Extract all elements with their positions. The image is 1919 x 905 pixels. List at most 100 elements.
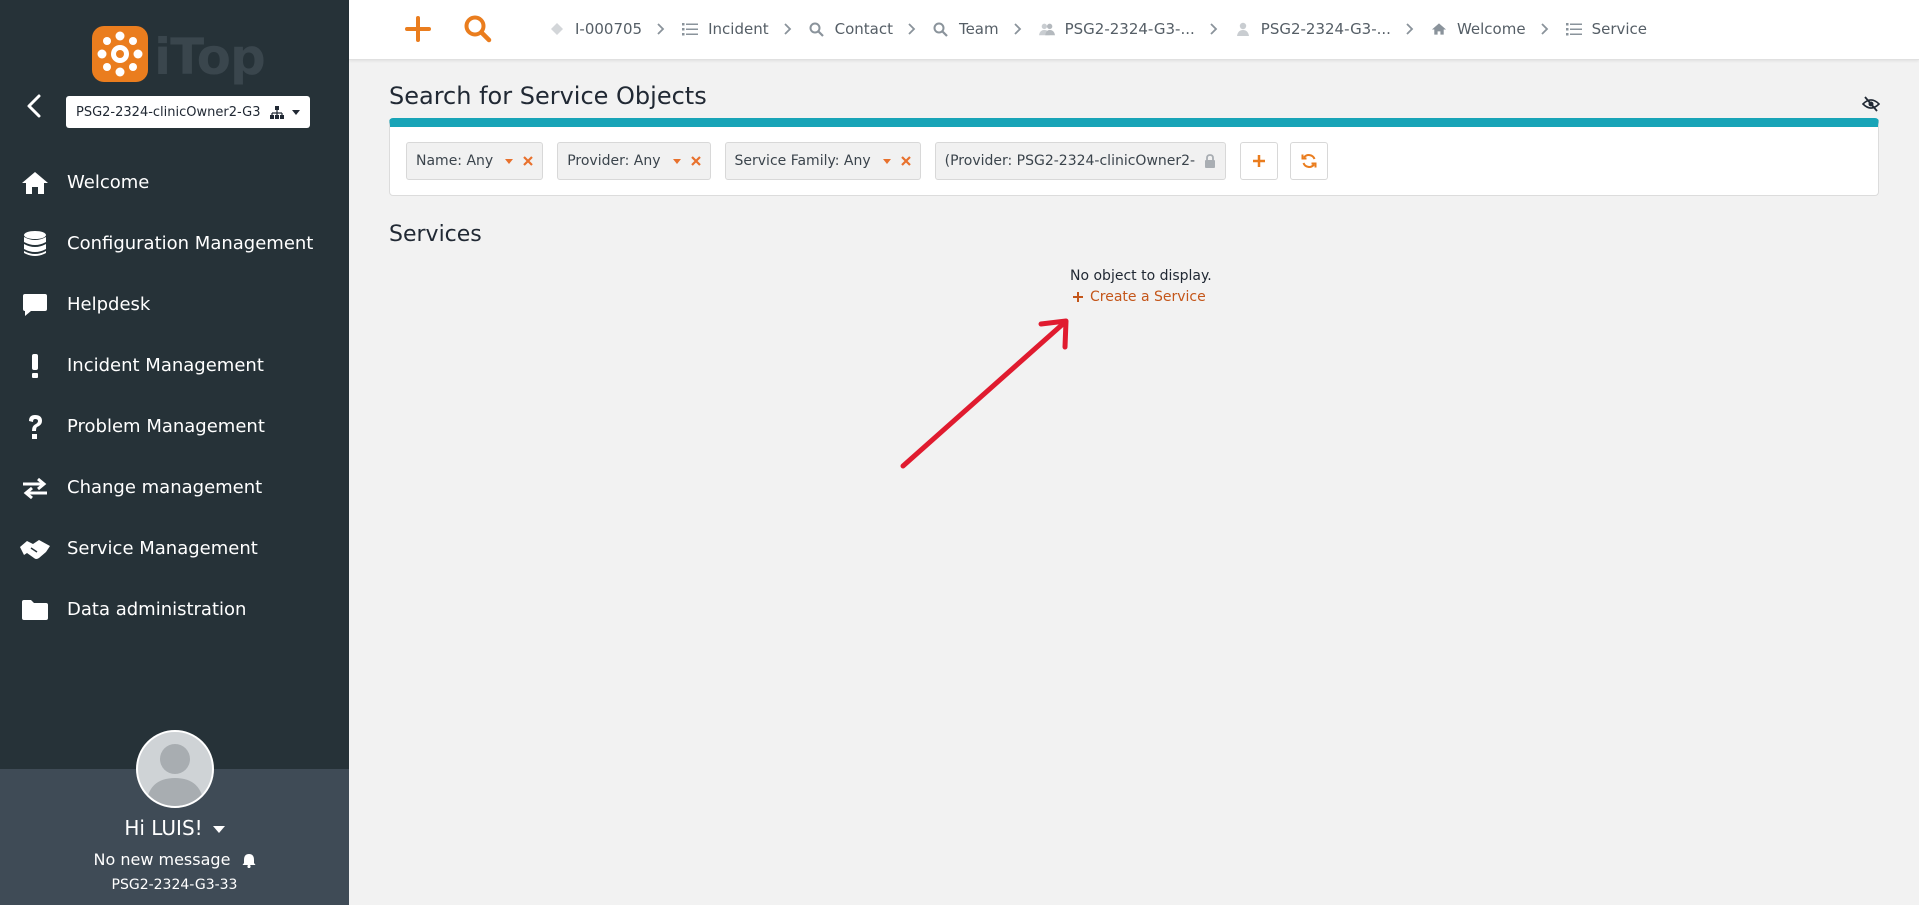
menu-item-label: Service Management (67, 538, 258, 559)
caret-down-icon (672, 158, 681, 164)
criterion-name[interactable]: Name: Any (406, 142, 544, 180)
plus-icon (1073, 292, 1083, 302)
avatar[interactable] (136, 730, 214, 808)
plus-icon (405, 16, 431, 42)
bell-icon (242, 854, 255, 868)
plus-icon (1252, 155, 1265, 167)
menu-item-data-administration[interactable]: Data administration (0, 579, 349, 640)
menu-item-label: Data administration (67, 599, 247, 620)
remove-criterion-icon[interactable] (900, 156, 911, 166)
breadcrumb-item-team-object[interactable]: PSG2-2324-G3-... (1038, 20, 1195, 38)
main-menu: Welcome Configuration Management Helpdes… (0, 152, 349, 640)
caret-down-icon (212, 826, 225, 833)
breadcrumb-item-contact[interactable]: Contact (809, 20, 893, 38)
chevron-right-icon (1406, 22, 1416, 36)
person-icon (1235, 21, 1251, 37)
comment-icon (18, 291, 52, 319)
search-icon (809, 21, 825, 37)
criterion-label: Name: Any (416, 153, 494, 169)
create-service-link[interactable]: Create a Service (1072, 289, 1206, 305)
handshake-icon (18, 535, 52, 563)
caret-down-icon (882, 158, 891, 164)
eye-slash-icon (1862, 96, 1880, 112)
menu-item-configuration-management[interactable]: Configuration Management (0, 213, 349, 274)
results-section-title: Services (389, 222, 482, 247)
menu-item-label: Change management (67, 477, 263, 498)
refresh-icon (1301, 154, 1317, 168)
user-id: PSG2-2324-G3-33 (111, 877, 238, 893)
menu-item-welcome[interactable]: Welcome (0, 152, 349, 213)
chevron-right-icon (1013, 22, 1024, 36)
criterion-service-family[interactable]: Service Family: Any (724, 142, 921, 180)
logo-text: iTop (154, 28, 266, 86)
itop-logo[interactable]: iTop (90, 24, 266, 88)
criterion-label: (Provider: PSG2-2324-clinicOwner2-G... (944, 153, 1196, 169)
exchange-icon (18, 474, 52, 502)
breadcrumb-label: PSG2-2324-G3-... (1064, 20, 1195, 38)
messages-text: No new message (93, 850, 231, 869)
breadcrumb-label: I-000705 (575, 20, 643, 38)
question-icon (18, 413, 52, 441)
database-icon (18, 230, 52, 258)
team-icon (1038, 21, 1055, 37)
breadcrumb-label: Service (1591, 20, 1648, 38)
search-icon (464, 15, 492, 43)
chevron-right-icon (657, 22, 667, 36)
search-criteria: Name: Any Provider: Any Service Family: … (406, 142, 1340, 180)
remove-criterion-icon[interactable] (690, 156, 701, 166)
breadcrumb-item-welcome[interactable]: Welcome (1431, 20, 1526, 38)
menu-item-incident-management[interactable]: Incident Management (0, 335, 349, 396)
menu-item-label: Configuration Management (67, 233, 314, 254)
remove-criterion-icon[interactable] (523, 156, 533, 166)
breadcrumb-item-service[interactable]: Service (1565, 20, 1648, 38)
new-object-button[interactable] (403, 14, 433, 44)
home-icon (18, 169, 52, 197)
caret-down-icon (292, 109, 300, 115)
collapse-sidebar-button[interactable] (22, 92, 48, 120)
chevron-right-icon (908, 22, 918, 36)
create-service-label: Create a Service (1090, 289, 1206, 305)
top-bar: I-000705 Incident Contact Team PSG2-2324… (349, 0, 1919, 60)
menu-item-problem-management[interactable]: Problem Management (0, 396, 349, 457)
breadcrumb-item-incident[interactable]: Incident (682, 20, 769, 38)
notifications[interactable]: No new message (0, 850, 349, 869)
breadcrumb-item-incident-ref[interactable]: I-000705 (549, 20, 642, 38)
menu-item-helpdesk[interactable]: Helpdesk (0, 274, 349, 335)
add-criterion-button[interactable] (1239, 142, 1278, 180)
exclamation-icon (18, 352, 52, 380)
global-search-button[interactable] (463, 14, 493, 44)
breadcrumb-item-team[interactable]: Team (933, 20, 999, 38)
caret-down-icon (505, 158, 514, 164)
empty-results-message: No object to display. (1070, 268, 1212, 284)
organization-name: PSG2-2324-clinicOwner2-G3 (76, 104, 261, 120)
organization-selector[interactable]: PSG2-2324-clinicOwner2-G3 (66, 96, 310, 128)
menu-item-label: Helpdesk (67, 294, 151, 315)
criterion-label: Provider: Any (567, 153, 661, 169)
breadcrumb-label: PSG2-2324-G3-... (1260, 20, 1391, 38)
chevron-right-icon (1540, 22, 1551, 36)
toggle-search-visibility-button[interactable] (1862, 96, 1880, 112)
page-title: Search for Service Objects (389, 82, 707, 110)
chevron-right-icon (783, 22, 794, 36)
breadcrumb-label: Team (958, 20, 999, 38)
search-icon (933, 21, 949, 37)
criterion-label: Service Family: Any (734, 153, 871, 169)
chevron-left-icon (27, 94, 41, 118)
sitemap-icon (270, 105, 284, 119)
breadcrumb-label: Welcome (1456, 20, 1526, 38)
criterion-provider[interactable]: Provider: Any (557, 142, 711, 180)
breadcrumb: I-000705 Incident Contact Team PSG2-2324… (549, 0, 1647, 58)
criterion-provider-locked: (Provider: PSG2-2324-clinicOwner2-G... (934, 142, 1226, 180)
greeting-text: Hi LUIS! (124, 816, 203, 840)
folder-icon (18, 596, 52, 624)
user-menu-toggle[interactable]: Hi LUIS! (0, 816, 349, 840)
search-form: Name: Any Provider: Any Service Family: … (389, 118, 1879, 196)
menu-item-service-management[interactable]: Service Management (0, 518, 349, 579)
refresh-search-button[interactable] (1289, 142, 1328, 180)
diamond-icon (549, 21, 565, 37)
breadcrumb-label: Incident (708, 20, 769, 38)
breadcrumb-item-person-object[interactable]: PSG2-2324-G3-... (1235, 20, 1391, 38)
list-icon (1565, 21, 1582, 37)
sidebar: iTop PSG2-2324-clinicOwner2-G3 Welcome C… (0, 0, 349, 905)
menu-item-change-management[interactable]: Change management (0, 457, 349, 518)
